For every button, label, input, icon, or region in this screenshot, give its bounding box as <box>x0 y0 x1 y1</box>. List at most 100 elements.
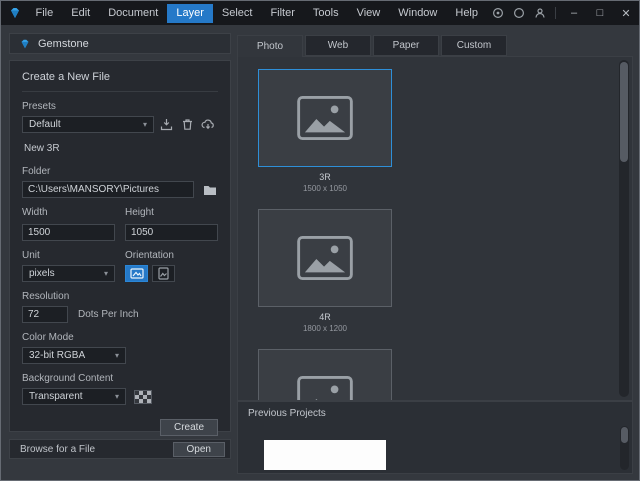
unit-orientation-labels: Unit Orientation <box>22 241 218 265</box>
tab-photo[interactable]: Photo <box>237 35 303 57</box>
image-placeholder-icon <box>296 375 354 401</box>
preset-thumb-3r[interactable]: 3R 1500 x 1050 <box>258 69 392 193</box>
titlebar-separator <box>555 7 556 19</box>
titlebar-right: – □ ✕ <box>487 1 639 25</box>
preset-thumb-size: 1800 x 1200 <box>258 324 392 333</box>
presets-scrollbar-thumb[interactable] <box>620 62 628 162</box>
menu-edit[interactable]: Edit <box>62 4 99 23</box>
minimize-button[interactable]: – <box>561 1 587 25</box>
background-content-row: Transparent ▾ <box>22 388 218 405</box>
preset-select-value: Default <box>29 119 61 130</box>
previous-projects-title: Previous Projects <box>238 402 632 419</box>
preset-sync-icon[interactable] <box>199 116 217 133</box>
tab-paper[interactable]: Paper <box>373 35 439 56</box>
orientation-label: Orientation <box>125 250 218 261</box>
preset-thumb-name: 3R <box>258 172 392 182</box>
unit-select[interactable]: pixels ▾ <box>22 265 115 282</box>
chevron-down-icon: ▾ <box>143 120 147 129</box>
unit-orientation-row: pixels ▾ <box>22 265 218 282</box>
unit-label: Unit <box>22 250 115 261</box>
preset-list-item[interactable]: New 3R <box>22 143 218 154</box>
folder-row <box>22 181 218 198</box>
open-button[interactable]: Open <box>173 442 225 457</box>
color-mode-select[interactable]: 32-bit RGBA ▾ <box>22 347 126 364</box>
folder-browse-icon[interactable] <box>202 181 218 198</box>
gem-logo-icon <box>19 38 31 50</box>
preset-select[interactable]: Default ▾ <box>22 116 154 133</box>
preset-thumb-size: 1500 x 1050 <box>258 184 392 193</box>
menu-document[interactable]: Document <box>99 4 167 23</box>
menu-tools[interactable]: Tools <box>304 4 348 23</box>
chevron-down-icon: ▾ <box>104 269 108 278</box>
sidebar-app-header: Gemstone <box>9 33 231 54</box>
image-placeholder-icon <box>296 95 354 141</box>
preset-thumbnail-area: 3R 1500 x 1050 4R 1800 x 1200 <box>237 56 633 401</box>
size-labels-row: Width Height <box>22 198 218 222</box>
preset-delete-icon[interactable] <box>178 116 196 133</box>
presets-row: Default ▾ <box>22 116 218 133</box>
preset-thumb-box <box>258 69 392 167</box>
background-content-value: Transparent <box>29 391 83 402</box>
resolution-unit-label: Dots Per Inch <box>78 309 139 320</box>
menu-layer[interactable]: Layer <box>167 4 213 23</box>
previous-projects-scrollbar-thumb[interactable] <box>621 427 628 443</box>
chevron-down-icon: ▾ <box>115 392 119 401</box>
menu-filter[interactable]: Filter <box>261 4 303 23</box>
orientation-landscape-button[interactable] <box>125 265 148 282</box>
tab-web[interactable]: Web <box>305 35 371 56</box>
unit-select-value: pixels <box>29 268 55 279</box>
height-label: Height <box>125 207 218 218</box>
user-account-icon[interactable] <box>529 1 550 25</box>
color-wheel-icon[interactable] <box>487 1 508 25</box>
menu-window[interactable]: Window <box>389 4 446 23</box>
close-button[interactable]: ✕ <box>613 1 639 25</box>
preset-thumb-box <box>258 349 392 401</box>
tab-custom[interactable]: Custom <box>441 35 507 56</box>
color-mode-value: 32-bit RGBA <box>29 350 85 361</box>
height-input[interactable] <box>125 224 218 241</box>
app-name-label: Gemstone <box>38 38 89 50</box>
width-label: Width <box>22 207 115 218</box>
menu-bar: File Edit Document Layer Select Filter T… <box>27 1 488 25</box>
menu-select[interactable]: Select <box>213 4 262 23</box>
presets-label: Presets <box>22 101 218 112</box>
resolution-input[interactable] <box>22 306 68 323</box>
app-window: File Edit Document Layer Select Filter T… <box>0 0 640 481</box>
presets-scrollbar[interactable] <box>619 60 629 397</box>
previous-projects-panel: Previous Projects <box>237 401 633 474</box>
aperture-icon[interactable] <box>508 1 529 25</box>
create-row: Create <box>22 419 218 436</box>
background-content-select[interactable]: Transparent ▾ <box>22 388 126 405</box>
preset-thumb-next[interactable] <box>258 349 392 401</box>
previous-projects-scrollbar[interactable] <box>620 426 629 470</box>
preset-import-icon[interactable] <box>157 116 175 133</box>
titlebar: File Edit Document Layer Select Filter T… <box>1 1 639 25</box>
width-input[interactable] <box>22 224 115 241</box>
preset-thumb-name: 4R <box>258 312 392 322</box>
folder-label: Folder <box>22 166 218 177</box>
menu-view[interactable]: View <box>348 4 390 23</box>
transparency-swatch-icon <box>134 390 152 404</box>
maximize-button[interactable]: □ <box>587 1 613 25</box>
orientation-portrait-button[interactable] <box>152 265 175 282</box>
preset-thumb-4r[interactable]: 4R 1800 x 1200 <box>258 209 392 333</box>
preset-thumb-box <box>258 209 392 307</box>
size-inputs-row <box>22 222 218 241</box>
color-mode-label: Color Mode <box>22 332 218 343</box>
create-button[interactable]: Create <box>160 419 218 436</box>
resolution-row: Dots Per Inch <box>22 306 218 323</box>
preset-category-tabs: Photo Web Paper Custom <box>237 35 507 56</box>
previous-project-item[interactable] <box>264 440 386 470</box>
chevron-down-icon: ▾ <box>115 351 119 360</box>
section-title: Create a New File <box>22 69 218 92</box>
menu-help[interactable]: Help <box>446 4 487 23</box>
browse-file-label: Browse for a File <box>20 444 95 455</box>
browse-file-panel: Browse for a File Open <box>9 439 231 459</box>
app-logo-icon <box>8 5 23 21</box>
folder-input[interactable] <box>22 181 194 198</box>
image-placeholder-icon <box>296 235 354 281</box>
background-content-label: Background Content <box>22 373 218 384</box>
new-file-form: Create a New File Presets Default ▾ <box>9 60 231 432</box>
resolution-label: Resolution <box>22 291 218 302</box>
menu-file[interactable]: File <box>27 4 63 23</box>
